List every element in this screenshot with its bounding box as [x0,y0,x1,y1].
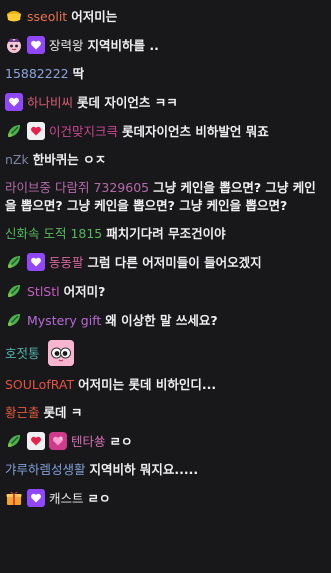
chat-message: sseolit 어저미는 [4,2,321,31]
chat-username[interactable]: 갸루하렘성생활 [5,462,86,477]
chat-username[interactable]: 이건맞지크큭 [49,124,118,139]
chat-username[interactable]: 장력왕 [49,38,84,53]
chat-message: 호젓통 [4,335,321,371]
chat-username[interactable]: 하나비씨 [27,95,73,110]
leaf-badge-icon[interactable] [5,311,23,329]
chat-message: nZk 한바퀴는 ㅇㅈ [4,146,321,174]
chat-message: 갸루하렘성생활 지역비하 뭐지요..... [4,456,321,484]
chat-username[interactable]: 캐스트 [49,491,84,506]
chat-message: 캐스트 ㄹㅇ [4,484,321,513]
cheese-cup-badge-icon[interactable] [5,7,23,25]
chat-message: StlStl 어저미? [4,277,321,306]
chat-username[interactable]: 호젓통 [5,346,40,361]
chat-username[interactable]: Mystery gift [27,313,101,328]
sub-badge-icon[interactable] [27,36,45,54]
chat-message: 장력왕 지역비하를 .. [4,31,321,60]
chat-message: 15882222 딱 [4,60,321,88]
chat-username[interactable]: 동동팔 [49,255,84,270]
chat-username[interactable]: 신화속 도적 1815 [5,226,102,241]
chat-message: 이건맞지크큭 롯데자이언츠 비하발언 뭐죠 [4,117,321,146]
chat-message: 동동팔 그럼 다른 어저미들이 들어오겠지 [4,248,321,277]
sub-badge-icon[interactable] [27,253,45,271]
leaf-badge-icon[interactable] [5,432,23,450]
chat-username[interactable]: sseolit [27,9,67,24]
chat-message: 텐타쑝 ㄹㅇ [4,427,321,456]
chat-message-text: 한바퀴는 ㅇㅈ [32,152,107,167]
chat-message-text: 딱 [72,66,85,81]
chat-message-text: 패치기다려 무조건이야 [106,226,226,241]
chat-message: SOULofRAT 어저미는 롯데 비하인디... [4,371,321,399]
pink-face-emote[interactable] [47,340,74,366]
chat-username[interactable]: 황근출 [5,405,40,420]
chat-message-text: 어저미는 [71,9,118,24]
leaf-badge-icon[interactable] [5,253,23,271]
chat-message: Mystery gift 왜 이상한 말 쓰세요? [4,306,321,335]
chat-username[interactable]: SOULofRAT [5,377,74,392]
chat-message: 라이브중 다람쥐 7329605 그냥 케인을 뽑으면? 그냥 케인을 뽑으면? … [4,174,321,220]
chat-message: 신화속 도적 1815 패치기다려 무조건이야 [4,220,321,248]
chat-message-text: 어저미는 롯데 비하인디... [78,377,217,392]
chat-username[interactable]: 라이브중 다람쥐 7329605 [5,180,149,195]
heart-badge-icon[interactable] [27,432,45,450]
chat-message-text: 지역비하를 .. [87,38,159,53]
chat-message-text: 그럼 다른 어저미들이 들어오겠지 [87,255,262,270]
heart-badge-icon[interactable] [27,122,45,140]
chat-username[interactable]: StlStl [27,284,60,299]
chat-message-text: 롯데 ㅋ [43,405,83,420]
leaf-badge-icon[interactable] [5,122,23,140]
chat-message-text: 지역비하 뭐지요..... [89,462,199,477]
chat-username[interactable]: 15882222 [5,66,69,81]
face-badge-icon[interactable] [5,36,23,54]
chat-message-text: ㄹㅇ [87,491,111,506]
gift-badge-icon[interactable] [49,432,67,450]
chat-username[interactable]: 텐타쑝 [71,434,106,449]
chat-message: 황근출 롯데 ㅋ [4,399,321,427]
leaf-badge-icon[interactable] [5,282,23,300]
chat-message-text: 왜 이상한 말 쓰세요? [105,313,218,328]
sub-badge-icon[interactable] [5,93,23,111]
chat-message-text: 롯데 자이언츠 ㅋㅋ [77,95,178,110]
chat-message-text: ㄹㅇ [109,434,133,449]
chat-list: sseolit 어저미는 장력왕 지역비하를 .. 15882222 딱 하나비씨 롯데 자이… [0,0,331,573]
chat-username[interactable]: nZk [5,152,29,167]
sub-badge-icon[interactable] [27,489,45,507]
chat-message: 하나비씨 롯데 자이언츠 ㅋㅋ [4,88,321,117]
chat-message-text: 롯데자이언츠 비하발언 뭐죠 [122,124,269,139]
gift-box-badge-icon[interactable] [5,489,23,507]
chat-message-text: 어저미? [63,284,106,299]
